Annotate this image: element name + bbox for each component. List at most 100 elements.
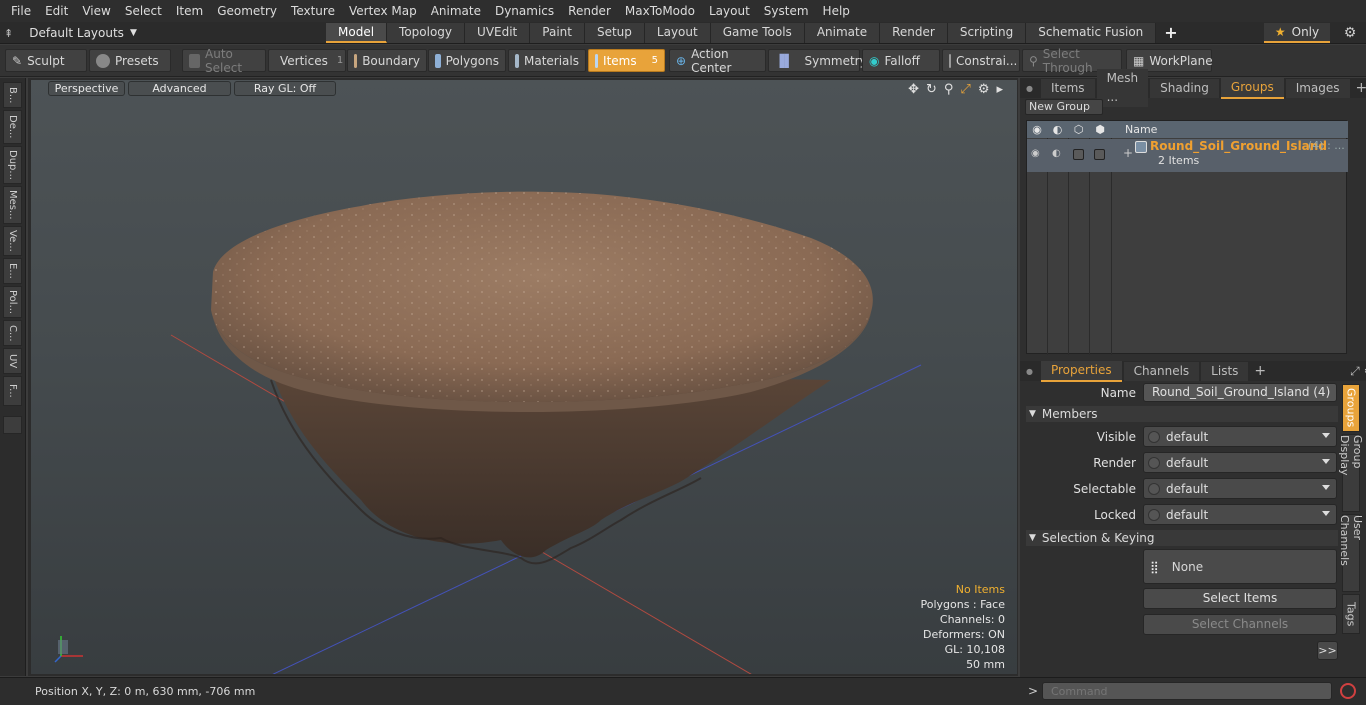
shading-dropdown[interactable]: Advanced — [128, 81, 231, 96]
tab-mesh[interactable]: Mesh ... — [1096, 69, 1149, 107]
left-tab-mesh[interactable]: Mes... — [3, 186, 22, 224]
rotate-view-icon[interactable]: ↻ — [926, 82, 937, 97]
tab-animate[interactable]: Animate — [804, 23, 881, 43]
viewport-expand-icon[interactable]: ▸ — [996, 82, 1003, 97]
add-tab-icon[interactable]: + — [1156, 23, 1185, 43]
symmetry-button[interactable]: ▐▌ Symmetry — [768, 49, 867, 72]
tab-images[interactable]: Images — [1285, 78, 1350, 98]
add-props-tab-icon[interactable]: + — [1248, 363, 1272, 379]
left-tab-edge[interactable]: E... — [3, 258, 22, 284]
constraints-button[interactable]: Constrai... — [942, 49, 1020, 72]
keying-none-button[interactable]: ⣿ None — [1143, 549, 1337, 584]
render-dropdown[interactable]: default — [1143, 452, 1337, 473]
left-tab-deform[interactable]: De... — [3, 110, 22, 144]
viewport-gear-icon[interactable]: ⚙ — [978, 82, 990, 97]
menu-view[interactable]: View — [75, 0, 117, 22]
tab-paint[interactable]: Paint — [530, 23, 585, 43]
visible-dropdown[interactable]: default — [1143, 426, 1337, 447]
tab-schematic-fusion[interactable]: Schematic Fusion — [1026, 23, 1157, 43]
command-input[interactable] — [1042, 682, 1332, 700]
tab-items[interactable]: Items — [1040, 78, 1095, 98]
menu-file[interactable]: File — [4, 0, 38, 22]
menu-help[interactable]: Help — [816, 0, 857, 22]
record-icon[interactable] — [1340, 683, 1356, 699]
tab-shading[interactable]: Shading — [1150, 78, 1219, 98]
fit-view-icon[interactable]: ⤢ — [960, 82, 970, 97]
left-tab-uv[interactable]: UV — [3, 348, 22, 374]
left-tab-curve[interactable]: C... — [3, 320, 22, 346]
zoom-view-icon[interactable]: ⚲ — [944, 82, 954, 97]
new-group-button[interactable]: New Group — [1025, 99, 1103, 115]
tab-properties[interactable]: Properties — [1040, 360, 1122, 382]
row-eye-icon[interactable]: ◉ — [1031, 148, 1040, 159]
eye-icon[interactable]: ◉ — [1027, 123, 1047, 136]
left-tab-basic[interactable]: B... — [3, 82, 22, 108]
selectable-dropdown[interactable]: default — [1143, 478, 1337, 499]
materials-button[interactable]: Materials — [508, 49, 586, 72]
menu-render[interactable]: Render — [561, 0, 618, 22]
sculpt-button[interactable]: ✎ Sculpt — [5, 49, 87, 72]
menu-maxtomodo[interactable]: MaxToModo — [618, 0, 702, 22]
menu-geometry[interactable]: Geometry — [210, 0, 284, 22]
left-tab-extra[interactable] — [3, 416, 22, 434]
row-lock-checkbox[interactable] — [1094, 149, 1105, 160]
move-view-icon[interactable]: ✥ — [908, 82, 919, 97]
side-tab-tags[interactable]: Tags — [1342, 594, 1360, 634]
select-icon[interactable]: ⬡ — [1068, 123, 1089, 136]
menu-select[interactable]: Select — [118, 0, 169, 22]
side-tab-groups[interactable]: Groups — [1342, 384, 1360, 432]
tab-topology[interactable]: Topology — [387, 23, 466, 43]
auto-select-button[interactable]: Auto Select — [182, 47, 266, 75]
tab-model[interactable]: Model — [326, 23, 388, 43]
locked-channel-icon[interactable] — [1148, 508, 1160, 521]
expand-plus-icon[interactable]: + — [1123, 146, 1133, 160]
tab-game-tools[interactable]: Game Tools — [710, 23, 805, 43]
left-tab-vertex[interactable]: Ve... — [3, 226, 22, 256]
row-select-checkbox[interactable] — [1073, 149, 1084, 160]
menu-layout[interactable]: Layout — [702, 0, 757, 22]
selection-keying-section[interactable]: ▼ Selection & Keying — [1026, 530, 1338, 546]
tab-uvedit[interactable]: UVEdit — [465, 23, 531, 43]
polygons-button[interactable]: Polygons — [428, 49, 506, 72]
group-row[interactable]: ◉ ◐ + Round_Soil_Ground_Island (4) : ...… — [1027, 139, 1348, 172]
vertices-button[interactable]: Vertices 1 — [268, 49, 346, 72]
groups-scrollbar[interactable] — [1352, 158, 1360, 278]
boundary-button[interactable]: Boundary — [347, 49, 427, 72]
tab-setup[interactable]: Setup — [584, 23, 645, 43]
left-tab-polygon[interactable]: Pol... — [3, 286, 22, 318]
locked-dropdown[interactable]: default — [1143, 504, 1337, 525]
falloff-button[interactable]: ◉ Falloff — [862, 49, 940, 72]
menu-system[interactable]: System — [757, 0, 816, 22]
group-name[interactable]: Round_Soil_Ground_Island — [1150, 139, 1327, 153]
menu-edit[interactable]: Edit — [38, 0, 75, 22]
left-tab-fusion[interactable]: F... — [3, 376, 22, 406]
viewport-3d[interactable]: Perspective Advanced Ray GL: Off ✥ ↻ ⚲ ⤢… — [31, 80, 1017, 674]
perspective-dropdown[interactable]: Perspective — [48, 81, 125, 96]
lock-icon[interactable]: ⬢ — [1089, 123, 1111, 136]
action-center-button[interactable]: ⊕ Action Center — [669, 47, 766, 75]
render-icon[interactable]: ◐ — [1047, 123, 1068, 136]
tab-layout[interactable]: Layout — [644, 23, 711, 43]
props-expand-icon[interactable]: ⤢ — [1350, 364, 1360, 379]
menu-dynamics[interactable]: Dynamics — [488, 0, 561, 22]
tab-channels[interactable]: Channels — [1123, 361, 1200, 381]
members-section[interactable]: ▼ Members — [1026, 406, 1338, 422]
select-channels-button[interactable]: Select Channels — [1143, 614, 1337, 635]
tab-render[interactable]: Render — [880, 23, 948, 43]
select-items-button[interactable]: Select Items — [1143, 588, 1337, 609]
raygl-toggle[interactable]: Ray GL: Off — [234, 81, 336, 96]
name-field[interactable]: Round_Soil_Ground_Island (4) — [1143, 383, 1337, 402]
layout-selector[interactable]: ⇞ Default Layouts ▼ — [4, 22, 137, 44]
render-channel-icon[interactable] — [1148, 456, 1160, 469]
side-tab-group-display[interactable]: Group Display — [1338, 434, 1364, 512]
gear-icon[interactable]: ⚙ — [1340, 23, 1360, 43]
menu-item[interactable]: Item — [169, 0, 210, 22]
more-button[interactable]: >> — [1317, 641, 1338, 660]
tab-lists[interactable]: Lists — [1201, 361, 1249, 381]
items-button[interactable]: Items 5 — [588, 49, 665, 72]
visible-channel-icon[interactable] — [1148, 430, 1160, 443]
tab-scripting[interactable]: Scripting — [947, 23, 1027, 43]
menu-animate[interactable]: Animate — [424, 0, 488, 22]
menu-vertex-map[interactable]: Vertex Map — [342, 0, 424, 22]
row-render-icon[interactable]: ◐ — [1052, 148, 1061, 159]
